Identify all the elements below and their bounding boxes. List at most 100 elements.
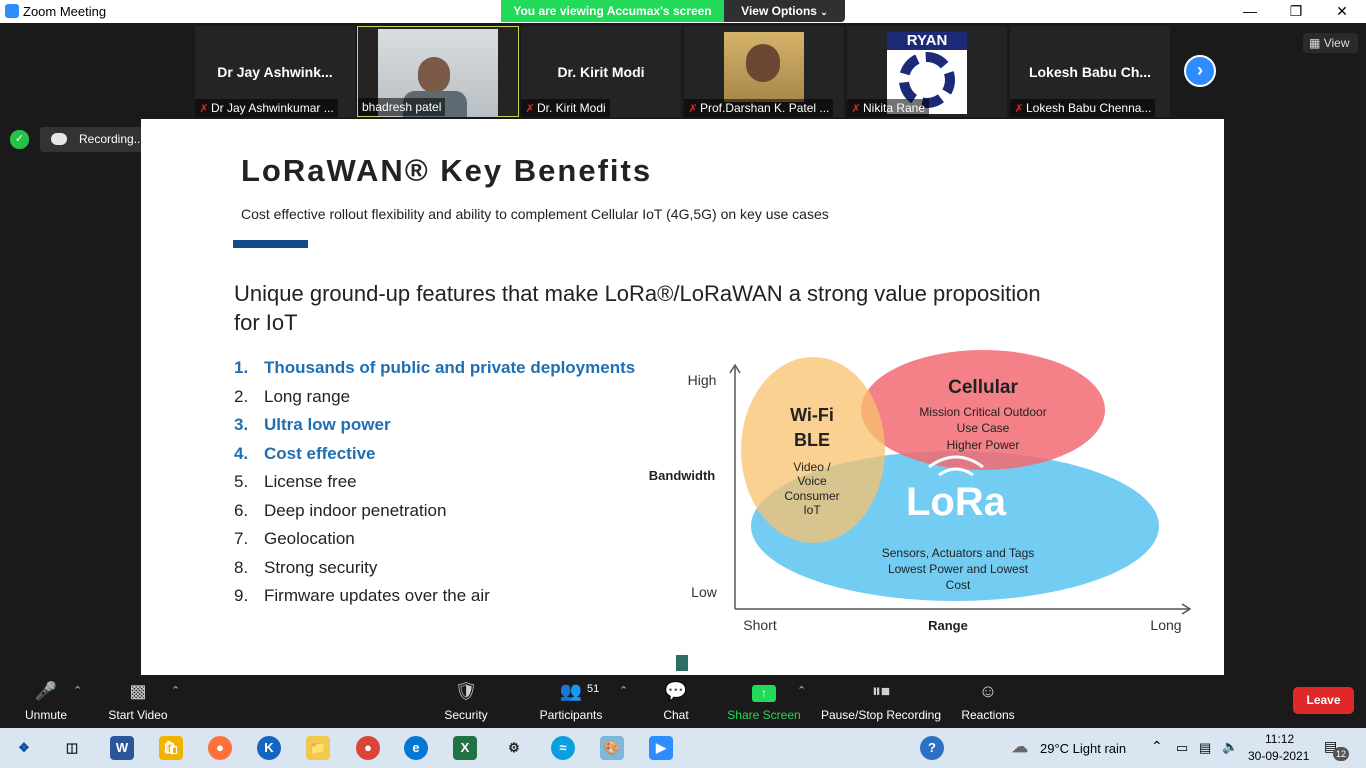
share-screen-label: Share Screen (727, 708, 801, 722)
participant-tile[interactable]: Dr. Kirit Modi ✗ Dr. Kirit Modi (521, 26, 681, 117)
view-options-button[interactable]: View Options ⌄ (724, 0, 845, 22)
browser-app-icon[interactable]: ≈ (551, 736, 575, 760)
benefit-number: 3. (234, 415, 249, 434)
windows-start-icon[interactable]: ❖ (12, 736, 36, 760)
pause-stop-icon: ⏸⏹ (872, 681, 890, 701)
security-label: Security (444, 708, 488, 722)
reactions-label: Reactions (961, 708, 1015, 722)
start-video-button[interactable]: ▩ Start Video (104, 675, 172, 728)
person-silhouette (746, 44, 780, 82)
benefit-number: 6. (234, 500, 249, 520)
y-axis-label: Bandwidth (649, 468, 715, 483)
chat-button[interactable]: 💬 Chat (656, 675, 696, 728)
restore-button[interactable]: ❐ (1273, 0, 1319, 23)
network-icon[interactable]: ▤ (1199, 740, 1211, 756)
benefit-text: Firmware updates over the air (264, 586, 490, 605)
cellular-desc-line: Use Case (957, 421, 1010, 435)
benefit-item: 9. Firmware updates over the air (234, 586, 635, 615)
benefit-text: Deep indoor penetration (264, 500, 447, 520)
viewing-screen-label: You are viewing Accumax's screen (501, 0, 724, 22)
audio-options-caret-icon[interactable]: ⌃ (73, 684, 82, 697)
participants-caret-icon[interactable]: ⌃ (619, 684, 628, 697)
task-view-icon[interactable]: ◫ (60, 736, 84, 760)
participants-count: 51 (587, 683, 600, 695)
participant-tile[interactable]: RYAN ✗ Nikita Rane (847, 26, 1007, 117)
file-explorer-icon[interactable]: 📁 (306, 736, 330, 760)
firefox-app-icon[interactable]: ● (208, 736, 232, 760)
participant-label: Lokesh Babu Chenna... (1026, 101, 1152, 115)
benefit-text: Geolocation (264, 529, 355, 548)
cellular-desc-line: Mission Critical Outdoor (919, 405, 1046, 419)
microphone-muted-icon: 🎤 (34, 681, 58, 701)
cellular-title: Cellular (948, 377, 1018, 398)
video-options-caret-icon[interactable]: ⌃ (171, 684, 180, 697)
x-axis-label: Range (928, 618, 968, 633)
participants-label: Participants (539, 708, 603, 722)
participant-name-bar: ✗ Dr. Kirit Modi (521, 99, 610, 117)
participants-button[interactable]: 👥 51 Participants (537, 675, 605, 728)
security-button[interactable]: 🛡 Security (440, 675, 492, 728)
participant-tile[interactable]: ✗ Prof.Darshan K. Patel ... (684, 26, 844, 117)
battery-icon[interactable]: ▭ (1176, 740, 1188, 756)
clock-time[interactable]: 11:12 (1265, 732, 1294, 746)
view-options-label: View Options (741, 4, 817, 18)
weather-text[interactable]: 29°C Light rain (1040, 741, 1126, 756)
participant-label: bhadresh patel (362, 100, 442, 114)
participant-display-name: Lokesh Babu Ch... (1028, 64, 1152, 80)
benefit-text: Cost effective (264, 443, 376, 463)
excel-app-icon[interactable]: X (453, 736, 477, 760)
grid-icon: ▦ (1309, 36, 1321, 50)
accent-bar (233, 240, 308, 248)
volume-icon[interactable]: 🔈 (1222, 739, 1238, 755)
view-button[interactable]: ▦ View (1303, 33, 1358, 53)
benefit-item: 7. Geolocation (234, 529, 635, 558)
participant-video (724, 32, 804, 102)
benefit-item: 1. Thousands of public and private deploy… (234, 358, 635, 387)
cellular-desc-line: Higher Power (947, 438, 1020, 452)
participant-tile[interactable]: Lokesh Babu Ch... ✗ Lokesh Babu Chenna... (1010, 26, 1170, 117)
paint-app-icon[interactable]: 🎨 (600, 736, 624, 760)
leave-button[interactable]: Leave (1293, 687, 1354, 714)
pause-stop-label: Pause/Stop Recording (820, 708, 942, 722)
unmute-button[interactable]: 🎤 Unmute (18, 675, 74, 728)
help-icon[interactable]: ? (920, 736, 944, 760)
participant-tile[interactable]: Dr Jay Ashwink... ✗ Dr Jay Ashwinkumar ..… (195, 26, 355, 117)
share-screen-button[interactable]: ↑ Share Screen (727, 675, 801, 728)
tray-expand-icon[interactable]: ⌃ (1151, 738, 1163, 755)
chat-label: Chat (663, 708, 689, 722)
chrome-app-icon[interactable]: ● (356, 736, 380, 760)
windows-taskbar: ❖ ◫ W 🛍 ● K 📁 ● e X ⚙ ≈ 🎨 ▶ ? ☁ 29°C Lig… (0, 728, 1366, 768)
store-app-icon[interactable]: 🛍 (159, 736, 183, 760)
minimize-button[interactable]: — (1227, 0, 1273, 23)
encryption-shield-icon[interactable]: ✓ (10, 130, 29, 149)
share-options-caret-icon[interactable]: ⌃ (797, 684, 806, 697)
next-page-arrow-icon[interactable]: › (1184, 55, 1216, 87)
k-app-icon[interactable]: K (257, 736, 281, 760)
pause-stop-recording-button[interactable]: ⏸⏹ Pause/Stop Recording (820, 675, 942, 728)
smiley-icon: ☺ (978, 681, 998, 701)
participant-tile[interactable]: bhadresh patel (357, 26, 519, 117)
slide-subtitle: Cost effective rollout flexibility and a… (241, 206, 829, 222)
wifi-desc-line: Consumer (784, 489, 839, 503)
x-long-label: Long (1150, 617, 1181, 633)
edge-app-icon[interactable]: e (404, 736, 428, 760)
start-video-label: Start Video (108, 708, 168, 722)
clock-date[interactable]: 30-09-2021 (1248, 749, 1309, 763)
meeting-toolbar: 🎤 Unmute ⌃ ▩ Start Video ⌃ 🛡 Security 👥 … (0, 675, 1366, 728)
benefit-number: 4. (234, 443, 249, 463)
benefit-text: Ultra low power (264, 415, 391, 434)
participant-name-bar: ✗ Prof.Darshan K. Patel ... (684, 99, 834, 117)
reactions-button[interactable]: ☺ Reactions (958, 675, 1018, 728)
benefit-item: 6. Deep indoor penetration (234, 501, 635, 530)
settings-gear-icon[interactable]: ⚙ (502, 736, 526, 760)
benefit-number: 2. (234, 386, 249, 406)
chat-bubble-icon: 💬 (664, 681, 688, 701)
ble-title: BLE (794, 430, 830, 450)
benefit-item: 3. Ultra low power (234, 415, 635, 444)
word-app-icon[interactable]: W (110, 736, 134, 760)
close-button[interactable]: ✕ (1319, 0, 1365, 23)
logo-text: RYAN (887, 32, 967, 50)
technology-positioning-diagram: High Bandwidth Low Short Range Long Wi-F… (649, 350, 1192, 633)
share-banner: You are viewing Accumax's screen View Op… (501, 0, 845, 22)
zoom-taskbar-icon[interactable]: ▶ (649, 736, 673, 760)
